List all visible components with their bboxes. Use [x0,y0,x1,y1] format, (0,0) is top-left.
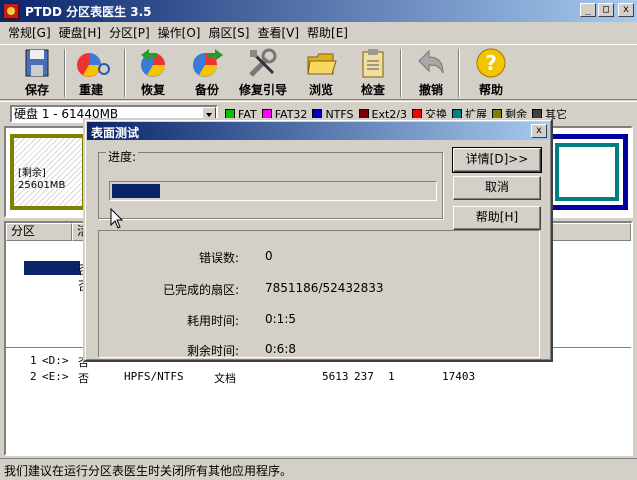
save-button[interactable]: 保存 [12,47,62,99]
menu-general[interactable]: 常规[G] [4,24,55,41]
logical-partition-list: 1 <D:> 否 2 <E:> 否 HPFS/NTFS 文档 5613 237 … [6,347,631,454]
svg-text:?: ? [485,51,497,75]
progress-bar-fill [112,184,160,198]
backup-button[interactable]: 备份 [182,47,232,99]
remaining-time-value: 0:6:8 [265,342,296,356]
progress-group [98,152,443,219]
window-title: PTDD 分区表医生 3.5 [25,4,152,19]
restore-icon [137,47,169,79]
completed-sectors-label: 已完成的扇区: [162,283,239,297]
minimize-button[interactable]: _ [580,3,596,17]
elapsed-time-label: 耗用时间: [186,314,239,328]
restore-button[interactable]: 恢复 [128,47,178,99]
free-space-size: 25601MB [18,180,66,191]
status-bar: 我们建议在运行分区表医生时关闭所有其他应用程序。 [0,458,637,480]
backup-icon [191,47,223,79]
progress-bar [109,181,437,201]
menu-help[interactable]: 帮助[E] [303,24,352,41]
ntfs-partition-block[interactable] [546,134,628,210]
mouse-cursor-icon [110,208,124,229]
repair-boot-button[interactable]: 修复引导 [238,47,288,99]
close-button[interactable]: x [618,3,634,17]
rebuild-button[interactable]: 重建 [66,47,116,99]
title-bar: PTDD 分区表医生 3.5 _ □ x [0,0,637,22]
table-row[interactable]: 2 <E:> 否 HPFS/NTFS 文档 5613 237 1 17403 [6,370,631,386]
undo-button[interactable]: 撤销 [406,47,456,99]
column-partition[interactable]: 分区 [6,223,72,241]
stats-panel: 错误数: 0 已完成的扇区: 7851186/52432833 耗用时间: 0:… [98,230,540,358]
app-icon [3,3,19,19]
rebuild-icon [75,47,110,79]
error-count-label: 错误数: [198,251,239,265]
details-button[interactable]: 详情[D]>> [452,147,542,173]
dialog-title-bar: 表面测试 x [87,122,549,140]
remaining-time-label: 剩余时间: [186,344,239,358]
cancel-button[interactable]: 取消 [453,176,541,200]
maximize-button[interactable]: □ [598,3,614,17]
check-clipboard-icon [357,47,389,79]
repair-boot-icon [247,47,279,79]
help-icon: ? [475,47,507,79]
browse-folder-icon [305,47,337,79]
dialog-help-button[interactable]: 帮助[H] [453,206,541,230]
free-space-label: [剩余] [18,168,46,179]
progress-label: 进度: [106,148,139,165]
menu-disk[interactable]: 硬盘[H] [55,24,105,41]
elapsed-time-value: 0:1:5 [265,312,296,326]
check-button[interactable]: 检查 [348,47,398,99]
menu-view[interactable]: 查看[V] [253,24,303,41]
menu-partition[interactable]: 分区[P] [105,24,154,41]
error-count-value: 0 [265,249,273,263]
dialog-title: 表面测试 [91,126,140,140]
free-space-block[interactable]: [剩余] 25601MB [10,134,86,210]
surface-test-dialog: 表面测试 x 进度: 错误数: 0 已完成的扇区: 7851186/524328… [83,118,553,362]
dialog-close-button[interactable]: x [531,124,547,138]
selected-row-highlight[interactable] [24,261,80,275]
menu-sector[interactable]: 扇区[S] [204,24,253,41]
menu-operation[interactable]: 操作[O] [154,24,205,41]
toolbar: 保存 重建 恢复 备份 修复引导 浏览 检查 撤销 ? 帮助 [0,44,637,100]
browse-button[interactable]: 浏览 [296,47,346,99]
completed-sectors-value: 7851186/52432833 [265,281,384,295]
menu-bar: 常规[G] 硬盘[H] 分区[P] 操作[O] 扇区[S] 查看[V] 帮助[E… [0,22,637,42]
save-icon [21,47,53,79]
undo-icon [415,47,447,79]
help-button[interactable]: ? 帮助 [466,47,516,99]
